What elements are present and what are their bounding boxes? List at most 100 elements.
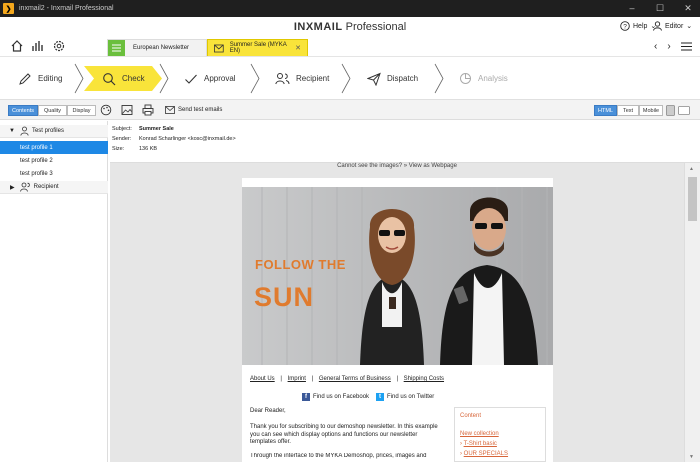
hero-headline-large: SUN <box>254 282 315 312</box>
maximize-button[interactable]: ☐ <box>648 0 672 17</box>
brand-logo: INXMAIL Professional <box>293 21 407 33</box>
user-icon <box>20 126 29 136</box>
list-icon <box>108 40 125 56</box>
tree-item-test-profile-2[interactable]: test profile 2 <box>0 154 108 167</box>
imprint-link[interactable]: Imprint <box>288 376 306 382</box>
step-analysis: Analysis <box>459 57 508 100</box>
test-profile-tree: ▼ Test profiles test profile 1 test prof… <box>0 121 108 462</box>
social-links: f Find us on Facebook t Find us on Twitt… <box>302 393 434 401</box>
close-button[interactable]: ✕ <box>676 0 700 17</box>
scrollbar-thumb[interactable] <box>688 177 697 221</box>
minimize-button[interactable]: – <box>620 0 644 17</box>
hero-headline: FOLLOW THE <box>255 257 346 272</box>
facebook-icon[interactable]: f <box>302 393 310 401</box>
user-icon <box>653 21 662 31</box>
mailing-info: Subject: Summer Sale Sender: Konrad Scharl… <box>110 121 700 163</box>
format-mobile[interactable]: Mobile <box>639 105 663 116</box>
home-icon[interactable] <box>10 39 24 53</box>
our-specials-link[interactable]: › OUR SPECIALS <box>460 451 508 457</box>
checkmark-icon <box>185 74 197 84</box>
mail-icon <box>214 44 224 52</box>
chevron-left-icon[interactable]: ‹ <box>654 41 657 52</box>
step-dispatch[interactable]: Dispatch <box>367 57 418 100</box>
step-editing[interactable]: Editing <box>18 57 62 100</box>
tab-label: Summer Sale (MYKA EN) <box>229 42 287 54</box>
users-icon <box>275 72 290 84</box>
help-menu[interactable]: ? Help ⌄ <box>620 21 656 31</box>
twitter-icon[interactable]: t <box>376 393 385 401</box>
step-separator-icon <box>74 63 84 94</box>
preview-toolbar: Contents Quality Display Send test email… <box>0 100 700 120</box>
format-html[interactable]: HTML <box>594 105 617 116</box>
twitter-link[interactable]: Find us on Twitter <box>387 394 434 400</box>
bar-chart-icon[interactable] <box>31 39 45 53</box>
gear-icon[interactable] <box>52 39 66 53</box>
email-preview-area: Cannot see the images? » View as Webpage <box>110 163 684 462</box>
scroll-up-icon[interactable]: ▲ <box>689 166 694 172</box>
format-text[interactable]: Text <box>617 105 639 116</box>
chevron-down-icon: ⌄ <box>686 23 693 30</box>
about-us-link[interactable]: About Us <box>250 376 275 382</box>
chevron-right-icon[interactable]: ▶ <box>10 184 15 191</box>
tree-node-recipient[interactable]: ▶ Recipient <box>0 181 108 194</box>
title-bar: ❯ inxmail2 - Inxmail Professional – ☐ ✕ <box>0 0 700 17</box>
window-title: inxmail2 - Inxmail Professional <box>19 5 114 12</box>
tshirt-basic-link[interactable]: › T-Shirt basic <box>460 441 497 447</box>
app-header: INXMAIL Professional European Newsletter… <box>0 17 700 57</box>
terms-link[interactable]: General Terms of Business <box>319 376 391 382</box>
phone-portrait-icon[interactable] <box>666 105 675 116</box>
svg-text:?: ? <box>623 23 627 30</box>
image-icon[interactable] <box>121 104 133 116</box>
sidebox-title: Content <box>460 413 482 419</box>
content-sidebox: Content New collection › T-Shirt basic ›… <box>454 407 546 462</box>
tab-display[interactable]: Display <box>67 105 96 116</box>
view-as-webpage-link[interactable]: Cannot see the images? » View as Webpage <box>110 163 684 169</box>
tab-european-newsletter[interactable]: European Newsletter <box>107 39 207 56</box>
intro-paragraph: Thank you for subscribing to our demosho… <box>250 424 438 445</box>
chevron-down-icon[interactable]: ▼ <box>9 128 15 134</box>
send-test-emails-button[interactable]: Send test emails <box>165 104 222 116</box>
tab-nav: ‹ › <box>654 41 692 52</box>
send-icon <box>367 72 381 86</box>
subject-line: Subject: Summer Sale <box>112 126 174 132</box>
tree-node-test-profiles[interactable]: ▼ Test profiles <box>0 125 108 138</box>
scroll-down-icon[interactable]: ▼ <box>689 454 694 460</box>
palette-icon[interactable] <box>100 104 112 116</box>
users-icon <box>19 182 30 192</box>
chevron-right-icon: › <box>460 451 462 457</box>
help-icon: ? <box>620 21 630 31</box>
search-icon <box>103 72 116 85</box>
tab-summer-sale[interactable]: Summer Sale (MYKA EN) ✕ <box>207 39 308 56</box>
print-icon[interactable] <box>142 104 154 116</box>
user-menu[interactable]: Editor ⌄ <box>653 21 692 31</box>
tree-item-test-profile-1[interactable]: test profile 1 <box>0 141 108 154</box>
tree-item-test-profile-3[interactable]: test profile 3 <box>0 167 108 180</box>
step-check[interactable]: Check <box>102 57 145 100</box>
shipping-costs-link[interactable]: Shipping Costs <box>404 376 444 382</box>
close-tab-icon[interactable]: ✕ <box>295 44 301 52</box>
new-collection-link[interactable]: New collection <box>460 431 499 437</box>
facebook-link[interactable]: Find us on Facebook <box>313 394 369 400</box>
step-separator-icon <box>341 63 351 94</box>
sender-line: Sender: Konrad Scharlinger <kosc@inxmail.… <box>112 136 236 142</box>
tab-contents[interactable]: Contents <box>8 105 38 116</box>
chevron-right-icon: › <box>460 441 462 447</box>
hero-photo <box>242 187 553 365</box>
step-approval[interactable]: Approval <box>184 57 236 100</box>
step-recipient[interactable]: Recipient <box>275 57 329 100</box>
greeting: Dear Reader, <box>250 408 286 414</box>
step-separator-icon <box>159 63 169 94</box>
step-separator-icon <box>250 63 260 94</box>
tab-quality[interactable]: Quality <box>38 105 67 116</box>
phone-landscape-icon[interactable] <box>678 106 690 115</box>
second-paragraph: Through the interface to the MYKA Demosh… <box>250 453 427 459</box>
pencil-icon <box>19 72 31 85</box>
chevron-right-icon[interactable]: › <box>667 41 670 52</box>
footer-links: About Us | Imprint | General Terms of Bu… <box>250 376 445 382</box>
hamburger-menu-icon[interactable] <box>680 42 692 51</box>
app-icon: ❯ <box>3 3 14 14</box>
size-line: Size: 136 KB <box>112 146 158 152</box>
step-separator-icon <box>434 63 444 94</box>
preview-scrollbar[interactable]: ▲ ▼ <box>684 163 700 462</box>
email-body: FOLLOW THE SUN About Us | Imprint | Gene… <box>242 178 553 462</box>
